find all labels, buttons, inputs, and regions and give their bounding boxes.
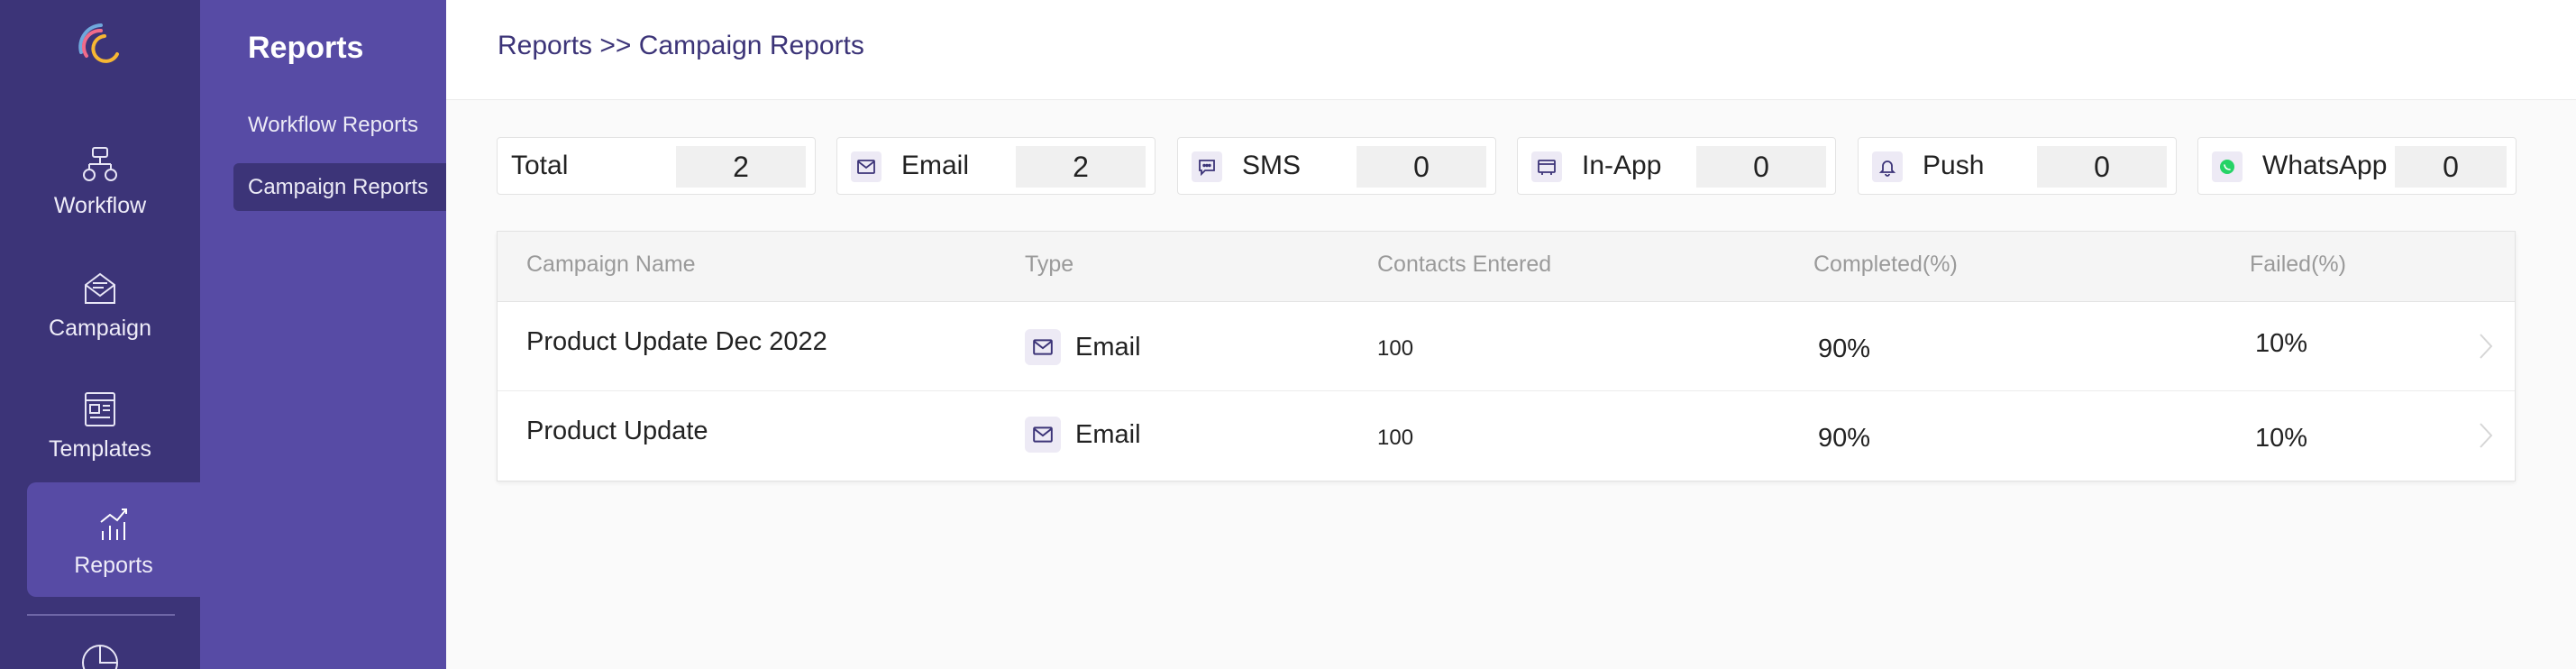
campaign-reports-table: Campaign Name Type Contacts Entered Comp…	[497, 231, 2516, 481]
nav-divider	[27, 614, 175, 616]
failed-percent: 10%	[2255, 329, 2308, 358]
mail-icon	[1025, 417, 1061, 453]
nav-workflow[interactable]: Workflow	[0, 144, 200, 219]
completed-percent: 90%	[1818, 424, 1871, 453]
reports-subnav: Reports Workflow Reports Campaign Report…	[200, 0, 446, 669]
stat-label: WhatsApp	[2262, 151, 2388, 180]
table-header: Campaign Name Type Contacts Entered Comp…	[498, 232, 2515, 302]
failed-percent: 10%	[2255, 424, 2308, 453]
campaign-type: Email	[1075, 333, 1141, 362]
stat-label: SMS	[1242, 151, 1302, 180]
stat-card-email: Email 2	[836, 137, 1156, 195]
stat-value: 0	[1357, 146, 1486, 188]
mail-icon	[1025, 329, 1061, 365]
contacts-entered: 100	[1377, 336, 1414, 361]
stat-value: 2	[676, 146, 806, 188]
stat-card-sms: SMS 0	[1177, 137, 1496, 195]
breadcrumb: Reports >> Campaign Reports	[498, 31, 864, 60]
nav-reports-label: Reports	[74, 553, 153, 578]
column-header-failed[interactable]: Failed(%)	[2250, 252, 2346, 278]
app-logo[interactable]	[74, 20, 128, 74]
sms-icon	[1192, 151, 1222, 182]
in-app-icon	[1531, 151, 1562, 182]
mail-icon	[851, 151, 882, 182]
icon-rail: Workflow Campaign Templates Reports	[0, 0, 200, 669]
subnav-item-campaign-reports[interactable]: Campaign Reports	[233, 163, 446, 211]
table-row[interactable]: Product Update Dec 2022 Email 100 90% 10…	[498, 302, 2515, 391]
column-header-campaign-name[interactable]: Campaign Name	[526, 252, 696, 278]
subnav-item-workflow-reports[interactable]: Workflow Reports	[233, 101, 446, 149]
nav-templates[interactable]: Templates	[0, 388, 200, 463]
nav-reports[interactable]: Reports	[27, 482, 200, 597]
nav-campaign[interactable]: Campaign	[0, 267, 200, 342]
contacts-entered: 100	[1377, 426, 1414, 450]
stat-card-total: Total 2	[497, 137, 816, 195]
nav-campaign-label: Campaign	[49, 316, 151, 341]
subnav-title: Reports	[248, 31, 364, 65]
nav-templates-label: Templates	[49, 436, 151, 462]
templates-icon	[85, 392, 115, 426]
table-row[interactable]: Product Update Email 100 90% 10%	[498, 391, 2515, 481]
pie-chart-icon[interactable]	[79, 642, 121, 669]
stat-value: 0	[1696, 146, 1826, 188]
campaign-type: Email	[1075, 420, 1141, 449]
campaign-icon	[85, 272, 115, 304]
column-header-contacts-entered[interactable]: Contacts Entered	[1377, 252, 1551, 278]
column-header-type[interactable]: Type	[1025, 252, 1073, 278]
stat-value: 0	[2037, 146, 2167, 188]
campaign-name: Product Update Dec 2022	[526, 327, 827, 356]
stat-label: In-App	[1582, 151, 1662, 180]
whatsapp-icon	[2212, 151, 2243, 182]
page-header: Reports >> Campaign Reports	[446, 0, 2576, 100]
stat-card-push: Push 0	[1858, 137, 2177, 195]
nav-workflow-label: Workflow	[53, 193, 147, 218]
main-content: Reports >> Campaign Reports Total 2 Emai…	[446, 0, 2576, 669]
stat-label: Total	[511, 151, 569, 180]
stat-value: 0	[2395, 146, 2507, 188]
chevron-right-icon[interactable]	[2477, 420, 2495, 451]
stat-label: Push	[1923, 151, 1985, 180]
stat-card-whatsapp: WhatsApp 0	[2197, 137, 2517, 195]
bell-icon	[1872, 151, 1903, 182]
workflow-icon	[83, 147, 117, 181]
completed-percent: 90%	[1818, 334, 1871, 363]
reports-icon	[100, 509, 127, 540]
stat-label: Email	[901, 151, 970, 180]
column-header-completed[interactable]: Completed(%)	[1813, 252, 1958, 278]
chevron-right-icon[interactable]	[2477, 331, 2495, 362]
stat-card-in-app: In-App 0	[1517, 137, 1836, 195]
stat-value: 2	[1016, 146, 1146, 188]
campaign-name: Product Update	[526, 417, 708, 445]
